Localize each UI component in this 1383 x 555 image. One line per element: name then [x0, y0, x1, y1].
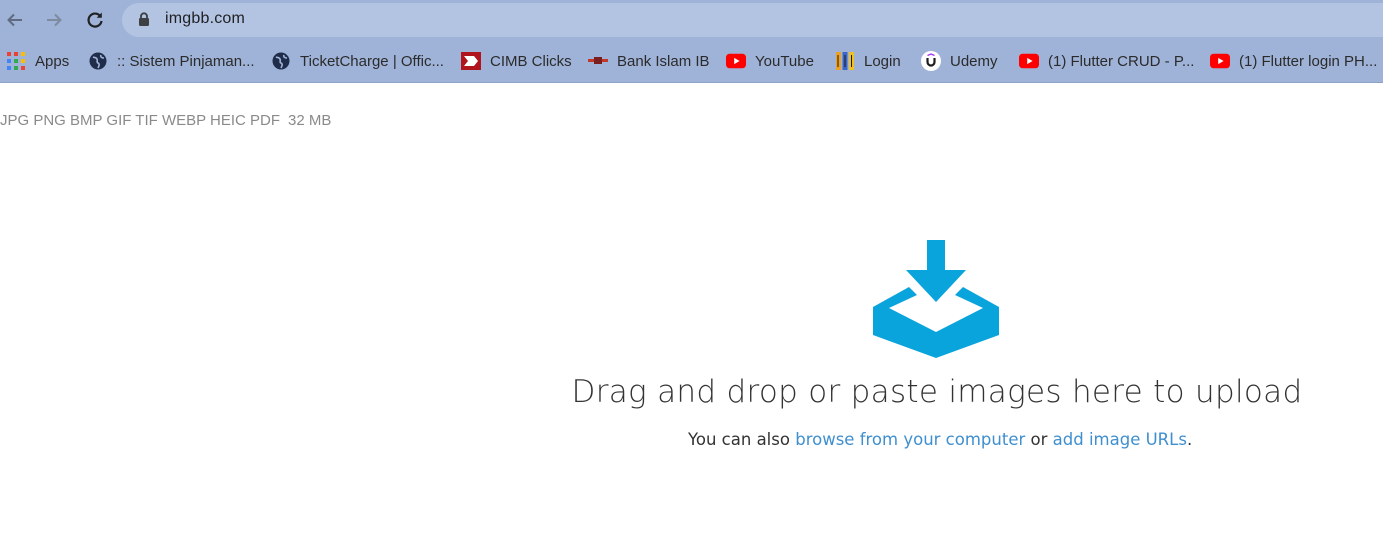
apps-grid-icon [6, 51, 26, 71]
bookmark-youtube[interactable]: YouTube [726, 48, 814, 74]
bookmark-udemy[interactable]: Udemy [921, 48, 998, 74]
max-file-size: 32 MB [288, 112, 332, 129]
bookmark-ticketcharge[interactable]: TicketCharge | Offic... [271, 48, 444, 74]
back-button[interactable] [1, 6, 29, 34]
upload-headline: Drag and drop or paste images here to up… [571, 374, 1303, 410]
bookmark-label: :: Sistem Pinjaman... [117, 52, 255, 70]
youtube-icon [1210, 51, 1230, 71]
bookmark-flutter-login[interactable]: (1) Flutter login PH... [1210, 48, 1377, 74]
browser-toolbar: imgbb.com [0, 0, 1383, 40]
udemy-icon [921, 51, 941, 71]
bookmark-label: YouTube [755, 52, 814, 70]
bookmark-flutter-crud[interactable]: (1) Flutter CRUD - P... [1019, 48, 1194, 74]
subline-suffix: . [1186, 430, 1193, 449]
lock-icon [139, 12, 149, 26]
reload-button[interactable] [81, 6, 109, 34]
bookmark-cimb-clicks[interactable]: CIMB Clicks [461, 48, 572, 74]
bookmark-label: Apps [35, 52, 70, 70]
cimb-icon [461, 51, 481, 71]
youtube-icon [1019, 51, 1039, 71]
browse-computer-link[interactable]: browse from your computer [795, 430, 1025, 449]
bookmarks-bar: Apps :: Sistem Pinjaman... TicketCharge … [0, 40, 1383, 83]
login-icon [835, 51, 855, 71]
bookmark-label: Login [864, 52, 901, 70]
bookmark-label: Bank Islam IB [617, 52, 710, 70]
subline-or: or [1030, 430, 1048, 449]
youtube-icon [726, 51, 746, 71]
url-text: imgbb.com [165, 10, 246, 27]
globe-icon [271, 51, 291, 71]
bookmark-label: TicketCharge | Offic... [300, 52, 444, 70]
upload-subline: You can also browse from your computer o… [688, 430, 1192, 449]
address-bar[interactable]: imgbb.com [122, 3, 1383, 37]
arrow-right-icon [47, 13, 62, 27]
bookmark-label: CIMB Clicks [490, 52, 572, 70]
bank-islam-icon [588, 51, 608, 71]
forward-button[interactable] [40, 6, 68, 34]
upload-tray-icon[interactable] [872, 240, 1000, 360]
bookmark-bank-islam[interactable]: Bank Islam IB [588, 48, 710, 74]
bookmark-label: Udemy [950, 52, 998, 70]
bookmark-label: (1) Flutter CRUD - P... [1048, 52, 1195, 70]
reload-icon [87, 12, 103, 28]
bookmark-apps[interactable]: Apps [6, 48, 69, 74]
arrow-left-icon [7, 13, 22, 27]
formats-list: JPG PNG BMP GIF TIF WEBP HEIC PDF [0, 112, 281, 129]
supported-formats: JPG PNG BMP GIF TIF WEBP HEIC PDF 32 MB [0, 112, 331, 129]
bookmark-label: (1) Flutter login PH... [1239, 52, 1378, 70]
bookmark-sistem-pinjaman[interactable]: :: Sistem Pinjaman... [88, 48, 255, 74]
bookmark-login[interactable]: Login [835, 48, 901, 74]
add-image-urls-link[interactable]: add image URLs [1053, 430, 1187, 449]
subline-prefix: You can also [688, 430, 790, 449]
globe-icon [88, 51, 108, 71]
